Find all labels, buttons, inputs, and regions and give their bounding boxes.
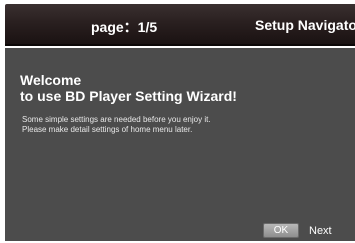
- next-label: Next: [309, 224, 332, 237]
- footer-controls: OK Next: [263, 222, 332, 239]
- ok-button[interactable]: OK: [263, 223, 299, 238]
- header-title: Setup Navigator: [255, 17, 355, 33]
- description-line: Some simple settings are needed before y…: [22, 115, 211, 124]
- description-line: Please make detail settings of home menu…: [22, 125, 193, 134]
- welcome-subheading: to use BD Player Setting Wizard!: [20, 88, 237, 104]
- page-indicator: page：1/5: [91, 19, 158, 35]
- welcome-heading: Welcome: [20, 72, 82, 88]
- setup-wizard-screen: page：1/5 Setup Navigator Welcome to use …: [0, 0, 355, 243]
- header-bar: page：1/5 Setup Navigator: [5, 4, 355, 46]
